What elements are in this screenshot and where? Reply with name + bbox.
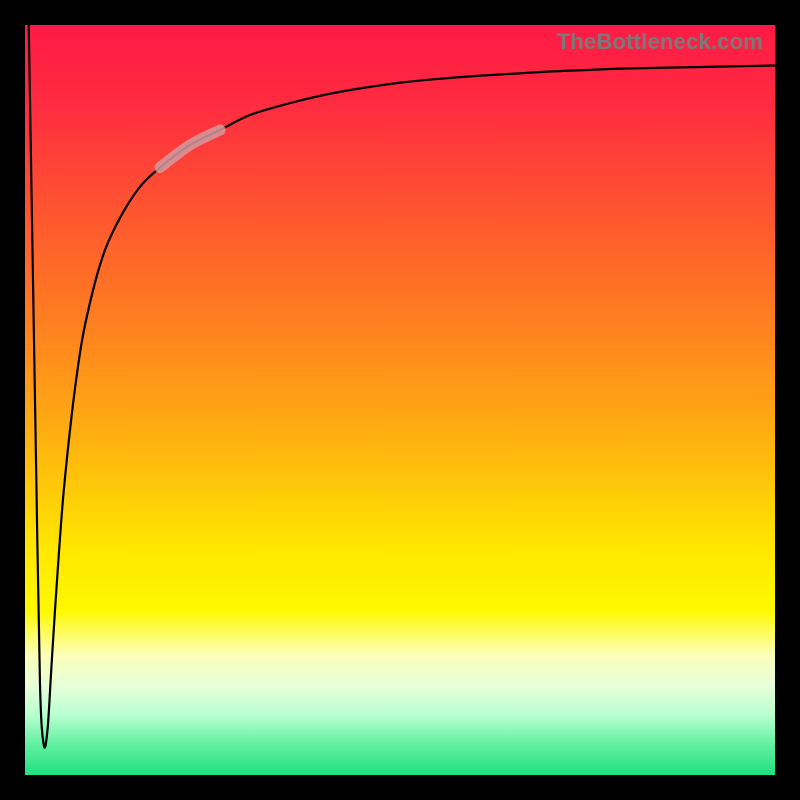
- chart-plot-area: TheBottleneck.com: [25, 25, 775, 775]
- chart-frame: TheBottleneck.com: [0, 0, 800, 800]
- chart-curve: [29, 25, 775, 748]
- chart-svg: [25, 25, 775, 775]
- chart-highlight-segment: [160, 130, 220, 168]
